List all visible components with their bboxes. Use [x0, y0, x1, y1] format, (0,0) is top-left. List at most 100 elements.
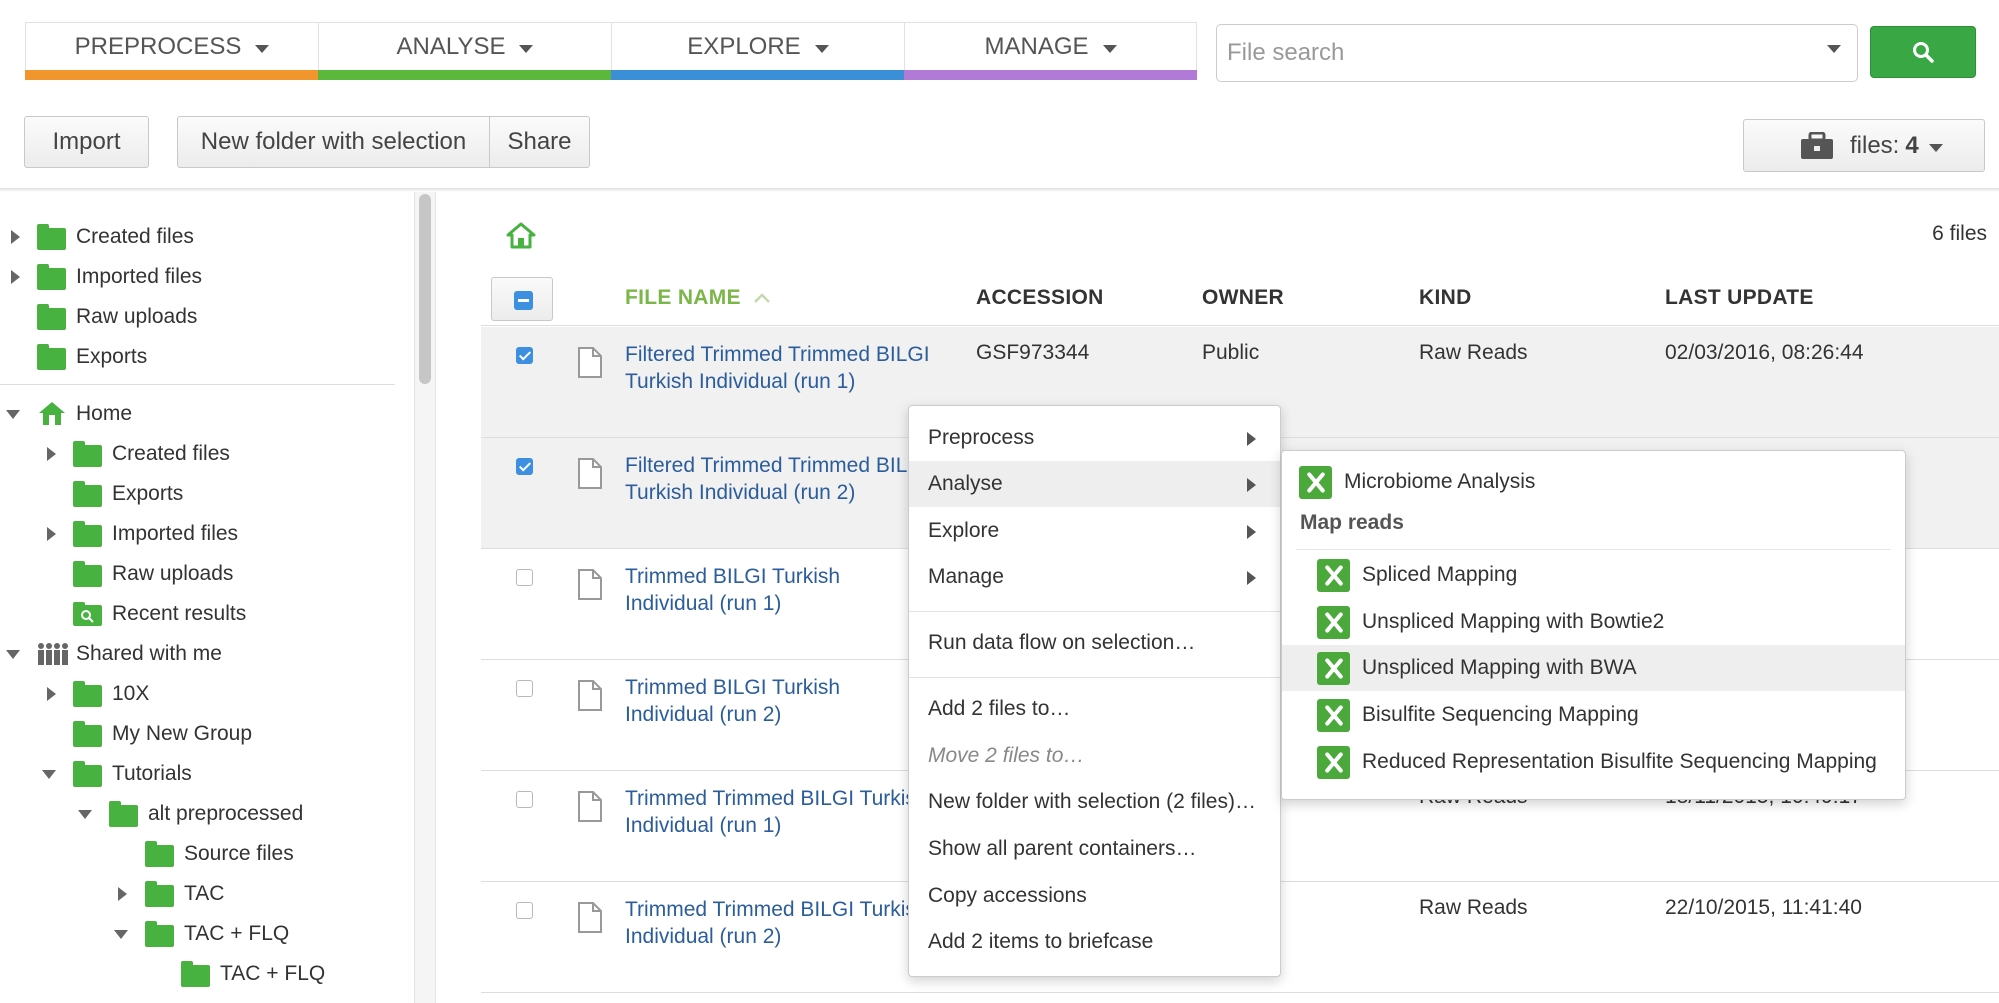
nav-tab-explore[interactable]: EXPLORE [611, 22, 905, 80]
collapse-icon[interactable] [6, 650, 20, 659]
file-icon [578, 458, 602, 489]
folder-icon [109, 801, 138, 827]
menu-item-new-folder[interactable]: New folder with selection (2 files)… [909, 779, 1280, 825]
submenu-item-bisulfite[interactable]: Bisulfite Sequencing Mapping [1282, 692, 1905, 738]
file-name-link[interactable]: Trimmed Trimmed BILGI Turkish Individual… [625, 896, 945, 950]
collapse-icon[interactable] [114, 930, 128, 939]
submenu-item-rrbs[interactable]: Reduced Representation Bisulfite Sequenc… [1282, 739, 1905, 785]
file-name-link[interactable]: Trimmed BILGI Turkish Individual (run 2) [625, 674, 865, 728]
row-checkbox[interactable] [516, 902, 533, 919]
row-checkbox[interactable] [516, 458, 533, 475]
submenu-item-label: Bisulfite Sequencing Mapping [1362, 703, 1639, 726]
file-count: 6 files [1932, 222, 1987, 245]
nav-tab-analyse[interactable]: ANALYSE [318, 22, 612, 80]
analyse-submenu: Microbiome Analysis Map reads Spliced Ma… [1281, 450, 1906, 800]
folder-tree: Created files Imported files Raw uploads… [0, 192, 416, 1003]
submenu-item-label: Microbiome Analysis [1344, 470, 1536, 493]
collapse-icon[interactable] [6, 410, 20, 419]
file-name-link[interactable]: Filtered Trimmed Trimmed BILGI Turkish I… [625, 452, 945, 506]
folder-icon [73, 481, 102, 507]
row-checkbox[interactable] [516, 680, 533, 697]
collapse-icon[interactable] [78, 810, 92, 819]
sort-ascending-icon [754, 293, 770, 303]
menu-item-add-files[interactable]: Add 2 files to… [909, 686, 1280, 732]
column-header-owner[interactable]: OWNER [1202, 286, 1284, 310]
column-header-last-update[interactable]: LAST UPDATE [1665, 286, 1814, 310]
menu-item-analyse[interactable]: Analyse [909, 461, 1280, 507]
tab-color-bar [318, 70, 612, 80]
menu-item-preprocess[interactable]: Preprocess [909, 415, 1280, 461]
submenu-item-microbiome[interactable]: Microbiome Analysis [1282, 459, 1905, 505]
chevron-down-icon [255, 45, 270, 53]
app-icon [1317, 745, 1350, 779]
file-icon [578, 347, 602, 378]
folder-icon [73, 561, 102, 587]
file-icon [578, 680, 602, 711]
chevron-right-icon [1247, 571, 1256, 585]
menu-item-manage[interactable]: Manage [909, 554, 1280, 600]
submenu-item-bwa[interactable]: Unspliced Mapping with BWA [1282, 645, 1905, 691]
group-icon [38, 643, 68, 665]
submenu-item-spliced-mapping[interactable]: Spliced Mapping [1282, 552, 1905, 598]
chevron-down-icon [1102, 45, 1117, 53]
column-header-kind[interactable]: KIND [1419, 286, 1472, 310]
files-label: files: [1850, 131, 1900, 159]
sidebar-scrollbar-thumb[interactable] [419, 194, 431, 384]
menu-separator [909, 611, 1280, 612]
tab-color-bar [904, 70, 1197, 80]
submenu-heading: Map reads [1300, 511, 1404, 534]
home-icon[interactable] [506, 222, 536, 249]
file-name-link[interactable]: Trimmed BILGI Turkish Individual (run 1) [625, 563, 865, 617]
expand-icon[interactable] [11, 230, 20, 244]
import-button[interactable]: Import [24, 116, 149, 168]
app-icon [1317, 698, 1350, 732]
new-folder-button[interactable]: New folder with selection [177, 116, 490, 168]
file-name-link[interactable]: Filtered Trimmed Trimmed BILGI Turkish I… [625, 341, 945, 395]
app-icon [1317, 651, 1350, 685]
kind-cell: Raw Reads [1419, 896, 1528, 919]
tree-item-label: Home [76, 402, 133, 425]
tree-item-label: Tutorials [112, 762, 192, 785]
expand-icon[interactable] [47, 687, 56, 701]
expand-icon[interactable] [47, 447, 56, 461]
share-button[interactable]: Share [489, 116, 590, 168]
expand-icon[interactable] [11, 270, 20, 284]
tree-item-label: Shared with me [76, 642, 222, 665]
menu-item-run-data-flow[interactable]: Run data flow on selection… [909, 620, 1280, 666]
briefcase-button[interactable]: files: 4 [1743, 119, 1985, 172]
search-input[interactable] [1227, 39, 1787, 67]
column-header-file-name[interactable]: FILE NAME [625, 286, 771, 310]
file-search [1216, 24, 1858, 82]
nav-tab-manage[interactable]: MANAGE [904, 22, 1197, 80]
menu-item-explore[interactable]: Explore [909, 508, 1280, 554]
search-folder-icon [73, 602, 102, 626]
submenu-item-bowtie2[interactable]: Unspliced Mapping with Bowtie2 [1282, 599, 1905, 645]
tree-item-label: Imported files [112, 522, 239, 545]
nav-tab-label: ANALYSE [396, 33, 506, 60]
folder-icon [73, 521, 102, 547]
row-checkbox[interactable] [516, 791, 533, 808]
select-all-button[interactable] [491, 277, 553, 321]
file-name-link[interactable]: Trimmed Trimmed BILGI Turkish Individual… [625, 785, 945, 839]
folder-icon [73, 761, 102, 787]
nav-tab-label: PREPROCESS [74, 33, 242, 60]
expand-icon[interactable] [118, 887, 127, 901]
column-header-label: FILE NAME [625, 286, 741, 309]
expand-icon[interactable] [47, 527, 56, 541]
menu-item-add-to-briefcase[interactable]: Add 2 items to briefcase [909, 919, 1280, 965]
column-header-accession[interactable]: ACCESSION [976, 286, 1104, 310]
folder-icon [37, 224, 66, 250]
chevron-down-icon[interactable] [1827, 45, 1841, 53]
menu-item-show-parents[interactable]: Show all parent containers… [909, 826, 1280, 872]
row-checkbox[interactable] [516, 569, 533, 586]
menu-item-label: Explore [928, 519, 1000, 542]
folder-icon [181, 961, 210, 987]
menu-item-label: Analyse [928, 472, 1003, 495]
menu-item-copy-accessions[interactable]: Copy accessions [909, 873, 1280, 919]
collapse-icon[interactable] [42, 770, 56, 779]
row-checkbox[interactable] [516, 347, 533, 364]
nav-tab-label: EXPLORE [687, 33, 801, 60]
nav-tab-preprocess[interactable]: PREPROCESS [25, 22, 319, 80]
search-button[interactable] [1870, 26, 1976, 78]
deselect-icon [514, 291, 533, 310]
